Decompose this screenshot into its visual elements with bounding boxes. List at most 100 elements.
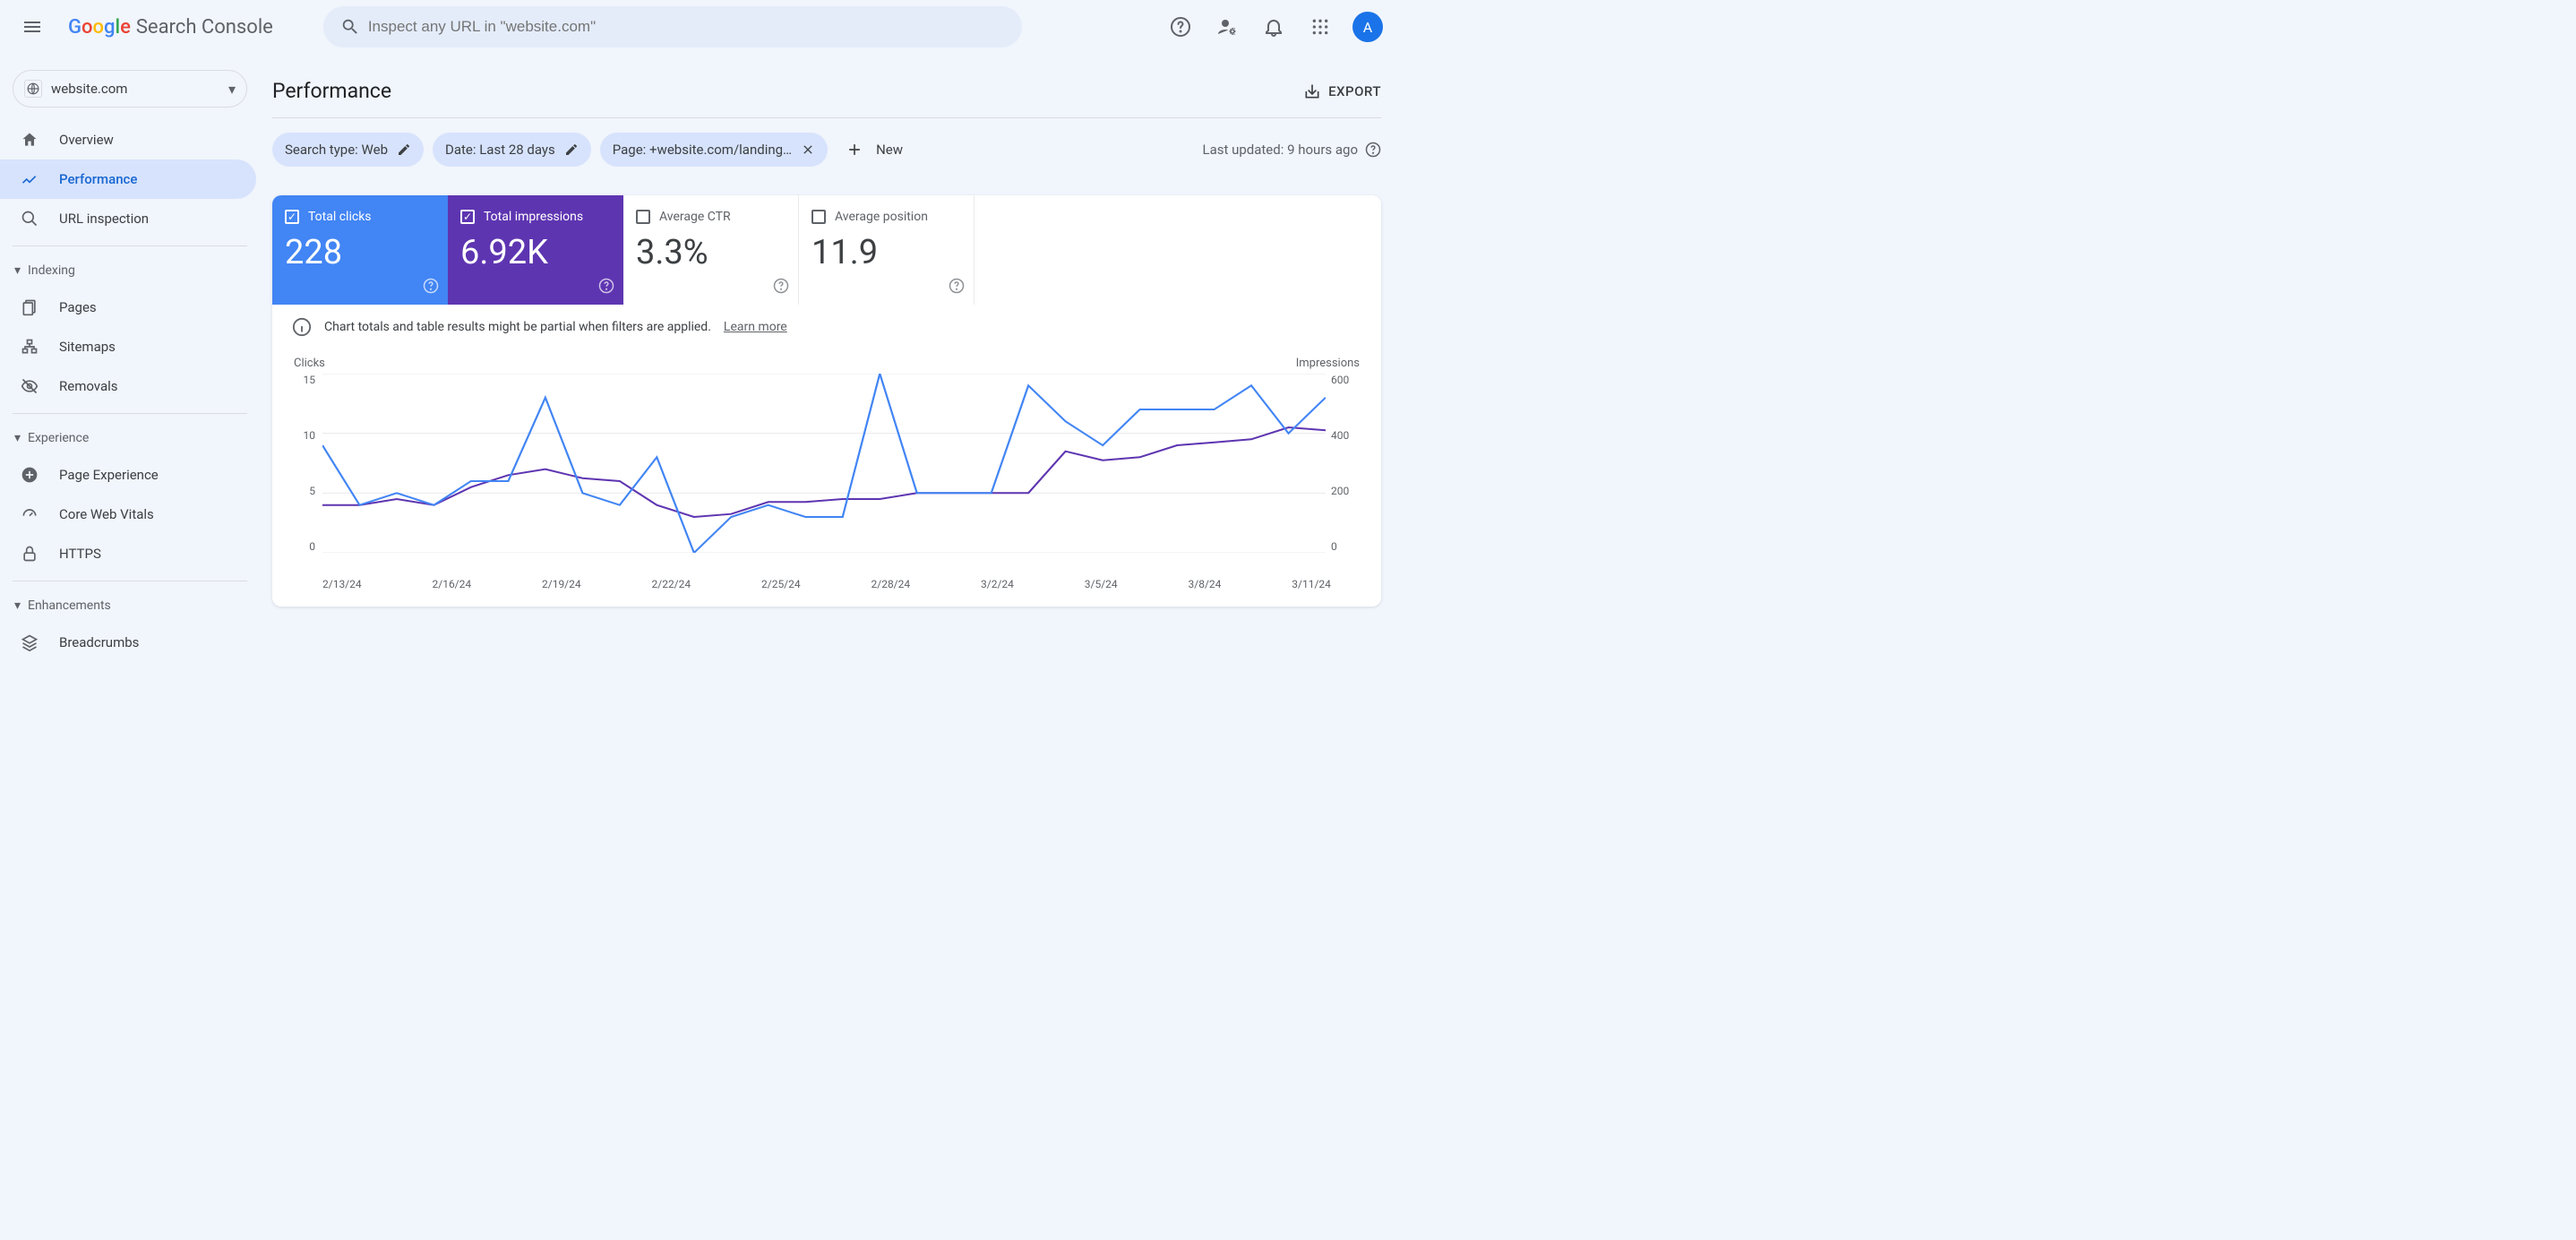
- sidebar-item-pages[interactable]: Pages: [0, 288, 256, 327]
- learn-more-link[interactable]: Learn more: [724, 320, 787, 334]
- chart: Clicks Impressions 15 10 5 0 600 400 200…: [272, 344, 1381, 607]
- search-icon: [332, 17, 368, 37]
- metric-value: 6.92K: [460, 233, 611, 272]
- y-right-label: Impressions: [1296, 357, 1360, 370]
- url-search[interactable]: [323, 6, 1022, 47]
- checkbox-icon: [636, 210, 650, 224]
- add-filter-button[interactable]: New: [837, 133, 912, 167]
- sidebar-item-label: Page Experience: [59, 467, 159, 483]
- main-content: Performance EXPORT Search type: Web Date…: [260, 54, 1394, 662]
- sidebar-item-label: Removals: [59, 378, 118, 394]
- property-name: website.com: [51, 81, 228, 97]
- sidebar-item-url-inspection[interactable]: URL inspection: [0, 199, 256, 238]
- metric-position[interactable]: Average position 11.9: [799, 195, 975, 305]
- metric-label: Average CTR: [659, 210, 731, 224]
- layers-icon: [20, 633, 39, 651]
- group-label: Experience: [28, 431, 89, 445]
- checkbox-icon: [811, 210, 826, 224]
- nav-group-experience[interactable]: ▾ Experience: [0, 421, 260, 455]
- sidebar-item-removals[interactable]: Removals: [0, 366, 256, 406]
- x-tick: 2/22/24: [652, 578, 691, 590]
- chip-label: Date: Last 28 days: [445, 142, 555, 158]
- help-icon[interactable]: [1365, 142, 1381, 158]
- sitemap-icon: [20, 338, 39, 356]
- page-header: Performance EXPORT: [272, 66, 1381, 118]
- sidebar-item-https[interactable]: HTTPS: [0, 534, 256, 573]
- pages-icon: [20, 298, 39, 316]
- last-updated: Last updated: 9 hours ago: [1202, 142, 1381, 158]
- x-axis: 2/13/242/16/242/19/242/22/242/25/242/28/…: [292, 573, 1361, 590]
- product-name: Search Console: [136, 16, 273, 39]
- sidebar: website.com ▾ Overview Performance URL i…: [0, 54, 260, 662]
- last-updated-text: Last updated: 9 hours ago: [1202, 142, 1358, 158]
- metric-value: 3.3%: [636, 233, 786, 272]
- help-icon[interactable]: [949, 278, 965, 297]
- eye-off-icon: [20, 377, 39, 395]
- filter-page[interactable]: Page: +website.com/landing…: [600, 133, 828, 167]
- performance-card: Total clicks 228 Total impressions 6.92K: [272, 195, 1381, 607]
- users-button[interactable]: [1206, 5, 1249, 48]
- sidebar-item-page-experience[interactable]: Page Experience: [0, 455, 256, 495]
- export-button[interactable]: EXPORT: [1303, 82, 1381, 100]
- metric-ctr[interactable]: Average CTR 3.3%: [623, 195, 799, 305]
- plus-circle-icon: [20, 466, 39, 484]
- checkbox-icon: [285, 210, 299, 224]
- header-actions: A: [1159, 5, 1383, 48]
- sidebar-item-breadcrumbs[interactable]: Breadcrumbs: [0, 623, 256, 662]
- x-tick: 2/16/24: [433, 578, 472, 590]
- help-icon[interactable]: [423, 278, 439, 297]
- x-tick: 2/28/24: [872, 578, 911, 590]
- y-right-axis: 600 400 200 0: [1331, 374, 1361, 553]
- x-tick: 3/8/24: [1189, 578, 1222, 590]
- app-logo[interactable]: Google Search Console: [61, 16, 280, 39]
- sidebar-item-sitemaps[interactable]: Sitemaps: [0, 327, 256, 366]
- new-label: New: [876, 142, 903, 158]
- search-input[interactable]: [368, 18, 1013, 36]
- sidebar-item-label: Performance: [59, 171, 137, 187]
- info-text: Chart totals and table results might be …: [324, 320, 711, 334]
- nav-group-enhancements[interactable]: ▾ Enhancements: [0, 589, 260, 623]
- hamburger-icon: [21, 16, 43, 38]
- bell-icon: [1263, 16, 1284, 38]
- metric-impressions[interactable]: Total impressions 6.92K: [448, 195, 623, 305]
- avatar[interactable]: A: [1352, 12, 1383, 42]
- plus-icon: [846, 141, 863, 159]
- x-tick: 3/11/24: [1292, 578, 1331, 590]
- sidebar-item-core-web-vitals[interactable]: Core Web Vitals: [0, 495, 256, 534]
- google-logo-text: Google: [68, 16, 131, 39]
- pencil-icon: [564, 142, 579, 157]
- menu-button[interactable]: [11, 5, 54, 48]
- group-label: Enhancements: [28, 598, 111, 613]
- page-title: Performance: [272, 79, 391, 103]
- sidebar-item-label: Sitemaps: [59, 339, 116, 355]
- metric-value: 11.9: [811, 233, 961, 272]
- filters-row: Search type: Web Date: Last 28 days Page…: [272, 118, 1381, 174]
- home-icon: [20, 131, 39, 149]
- sidebar-item-performance[interactable]: Performance: [0, 159, 256, 199]
- sidebar-item-label: Breadcrumbs: [59, 634, 139, 650]
- chevron-down-icon: ▾: [14, 598, 21, 613]
- info-icon: [292, 317, 312, 337]
- notifications-button[interactable]: [1252, 5, 1295, 48]
- filter-search-type[interactable]: Search type: Web: [272, 133, 424, 167]
- y-left-axis: 15 10 5 0: [292, 374, 315, 553]
- filter-date[interactable]: Date: Last 28 days: [433, 133, 591, 167]
- chart-plot[interactable]: [322, 374, 1326, 553]
- chip-label: Page: +website.com/landing…: [613, 142, 792, 158]
- chip-label: Search type: Web: [285, 142, 388, 158]
- metric-value: 228: [285, 233, 435, 272]
- help-icon[interactable]: [773, 278, 789, 297]
- x-tick: 2/19/24: [542, 578, 581, 590]
- x-tick: 3/5/24: [1085, 578, 1118, 590]
- help-icon[interactable]: [598, 278, 614, 297]
- metric-clicks[interactable]: Total clicks 228: [272, 195, 448, 305]
- close-icon[interactable]: [801, 142, 815, 157]
- help-button[interactable]: [1159, 5, 1202, 48]
- sidebar-item-label: URL inspection: [59, 211, 149, 227]
- apps-button[interactable]: [1299, 5, 1342, 48]
- pencil-icon: [397, 142, 411, 157]
- sidebar-item-overview[interactable]: Overview: [0, 120, 256, 159]
- property-selector[interactable]: website.com ▾: [13, 70, 247, 108]
- divider: [13, 413, 247, 414]
- nav-group-indexing[interactable]: ▾ Indexing: [0, 254, 260, 288]
